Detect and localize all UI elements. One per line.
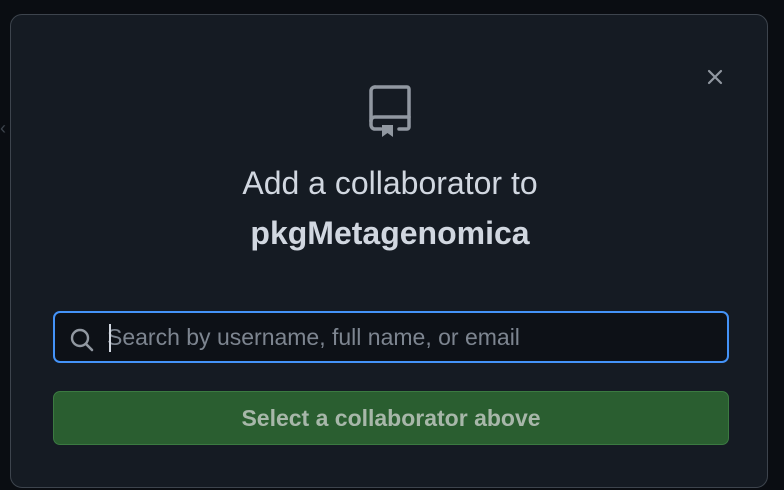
- search-input[interactable]: [107, 319, 717, 355]
- search-icon: [70, 328, 94, 352]
- text-caret: [109, 324, 111, 352]
- background-chevron-fragment: ‹: [0, 118, 6, 138]
- repository-name: pkgMetagenomica: [250, 215, 530, 251]
- select-collaborator-button[interactable]: Select a collaborator above: [53, 391, 729, 445]
- close-icon: [707, 69, 723, 85]
- add-collaborator-dialog: Add a collaborator to pkgMetagenomica Se…: [10, 14, 768, 488]
- collaborator-search-field[interactable]: [53, 311, 729, 363]
- dialog-title: Add a collaborator to: [242, 165, 538, 201]
- close-button[interactable]: [701, 63, 729, 91]
- repo-icon: [369, 85, 411, 137]
